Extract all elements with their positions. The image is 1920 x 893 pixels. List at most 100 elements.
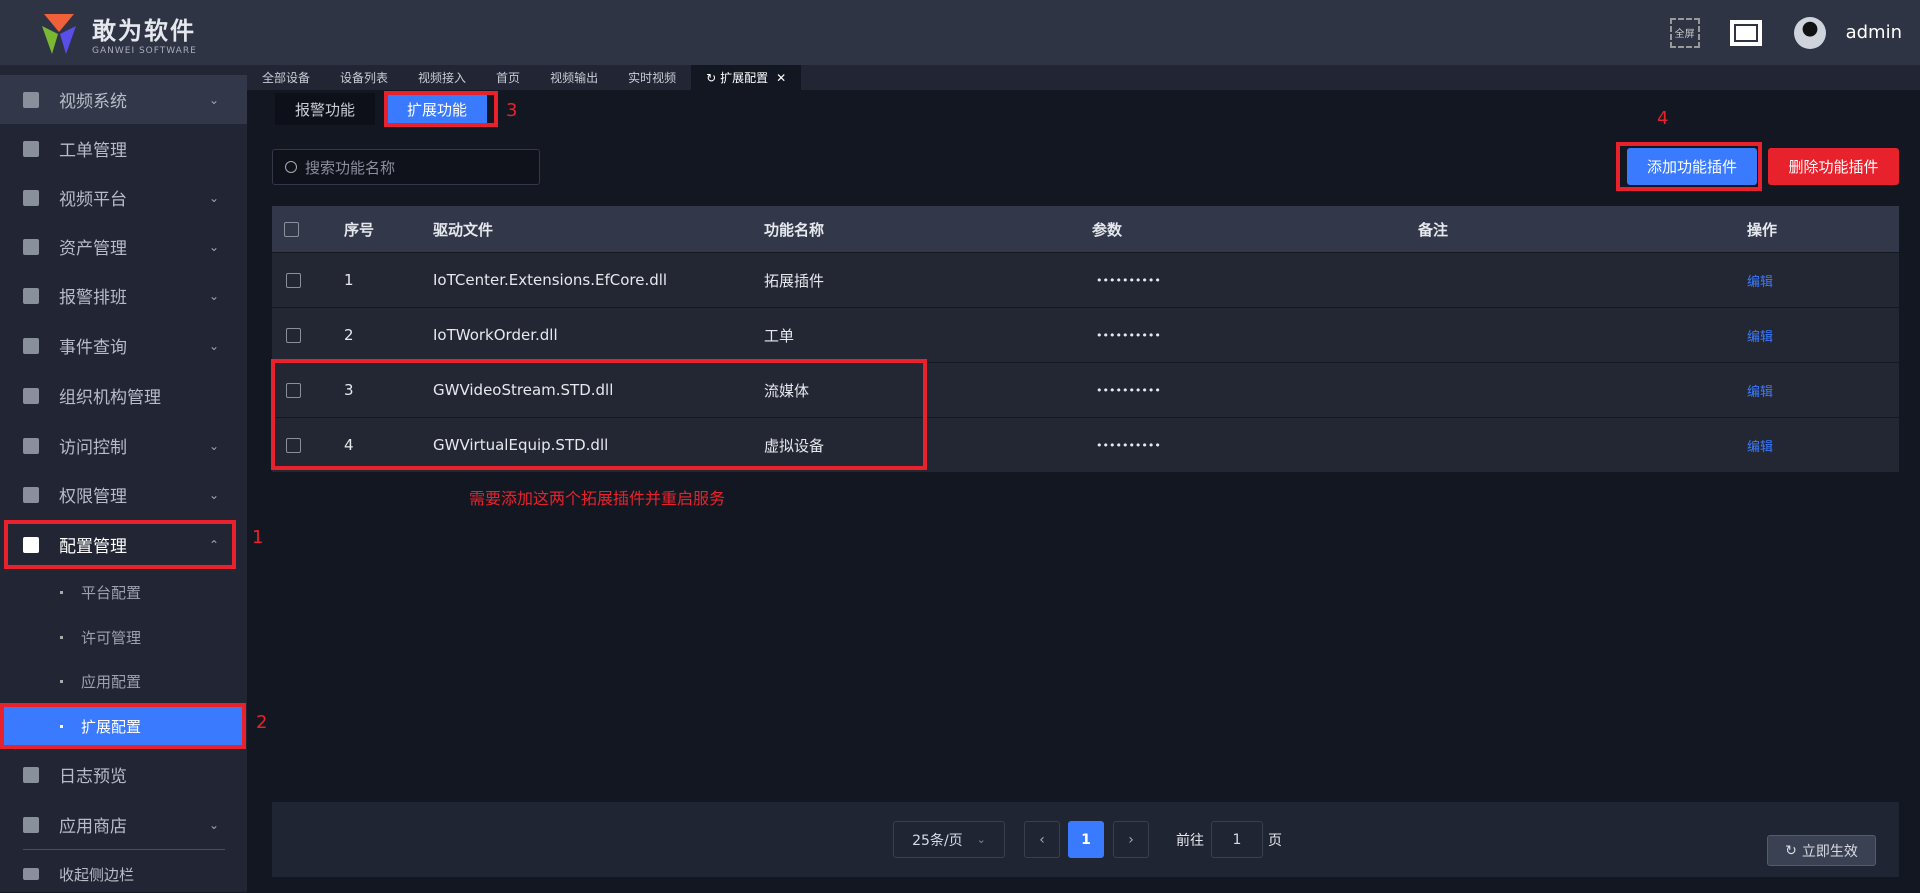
sidebar-sub-app-config[interactable]: 应用配置 <box>4 659 243 703</box>
chevron-down-icon: ⌄ <box>208 92 219 107</box>
document-search-icon <box>23 337 39 354</box>
collapse-icon <box>23 868 39 880</box>
username[interactable]: admin <box>1846 22 1902 43</box>
label: 组织机构管理 <box>59 388 161 408</box>
sidebar-item-log-preview[interactable]: 日志预览 <box>0 750 247 799</box>
search-input[interactable]: 搜索功能名称 <box>272 149 540 185</box>
close-icon[interactable]: ✕ <box>776 71 786 85</box>
ganwei-logo-icon <box>42 14 76 54</box>
logo: 敢为软件 GANWEI SOFTWARE <box>36 10 197 56</box>
label: 应用配置 <box>81 672 142 691</box>
page-1-button[interactable]: 1 <box>1068 821 1104 858</box>
sidebar-item-event-query[interactable]: 事件查询 ⌄ <box>0 321 247 370</box>
label: 许可管理 <box>81 628 142 647</box>
col-file: 驱动文件 <box>433 220 494 239</box>
cell-name: 拓展插件 <box>764 271 825 290</box>
sidebar-item-permissions[interactable]: 权限管理 ⌄ <box>0 470 247 519</box>
cell-name: 工单 <box>764 326 795 345</box>
avatar[interactable] <box>1793 16 1826 49</box>
sidebar: 视频系统 ⌄ 工单管理 视频平台 ⌄ 资产管理 ⌄ 报警排班 ⌄ 事件查询 ⌄ 组织机构管… <box>0 65 247 892</box>
edit-link[interactable]: 编辑 <box>1747 326 1773 345</box>
label: 收起侧边栏 <box>59 865 135 884</box>
logo-text: 敢为软件 <box>92 16 196 45</box>
tab-home[interactable]: 首页 <box>481 65 535 90</box>
sidebar-sub-license[interactable]: 许可管理 <box>4 615 243 659</box>
sidebar-item-video-platform[interactable]: 视频平台 ⌄ <box>0 173 247 222</box>
sidebar-item-alarm-schedule[interactable]: 报警排班 ⌄ <box>0 271 247 320</box>
grid-icon <box>23 91 39 108</box>
grid-icon <box>23 189 39 206</box>
label: 视频平台 <box>59 190 127 210</box>
label: 立即生效 <box>1801 843 1858 860</box>
table-header: 序号 驱动文件 功能名称 参数 备注 操作 <box>272 206 1899 253</box>
subtab-alarm-functions[interactable]: 报警功能 <box>275 93 376 125</box>
tab-all-devices[interactable]: 全部设备 <box>247 65 325 90</box>
cell-no: 2 <box>344 326 354 344</box>
annotation-box-rows <box>271 359 927 470</box>
screen-mode-icon[interactable] <box>1729 19 1762 46</box>
refresh-icon: ↻ <box>1785 842 1797 859</box>
tab-live-video[interactable]: 实时视频 <box>613 65 691 90</box>
sidebar-sub-platform-config[interactable]: 平台配置 <box>4 570 243 614</box>
logo-subtext: GANWEI SOFTWARE <box>92 45 197 56</box>
annotation-number: 1 <box>252 527 264 548</box>
annotation-number: 3 <box>506 100 518 121</box>
gear-icon <box>23 140 39 157</box>
cell-param: •••••••••• <box>1096 273 1161 287</box>
bullet-icon <box>60 590 63 594</box>
bullet-icon <box>60 635 63 639</box>
sidebar-item-assets[interactable]: 资产管理 ⌄ <box>0 222 247 271</box>
edit-link[interactable]: 编辑 <box>1747 436 1773 455</box>
annotation-box-1 <box>4 520 236 569</box>
sidebar-item-access-control[interactable]: 访问控制 ⌄ <box>0 421 247 470</box>
label: 权限管理 <box>59 487 127 507</box>
collapse-sidebar-button[interactable]: 收起侧边栏 <box>0 855 247 893</box>
annotation-box-3 <box>384 91 498 127</box>
apply-now-button[interactable]: ↻ 立即生效 <box>1767 835 1876 866</box>
prev-page-button[interactable]: ‹ <box>1024 821 1060 858</box>
tab-video-access[interactable]: 视频接入 <box>403 65 481 90</box>
page-size-select[interactable]: 25条/页 ⌄ <box>893 821 1005 858</box>
label: 视频系统 <box>59 92 127 112</box>
divider <box>23 849 225 850</box>
sidebar-item-work-order[interactable]: 工单管理 <box>0 124 247 173</box>
refresh-icon[interactable]: ↻ <box>706 71 716 85</box>
chevron-down-icon: ⌄ <box>208 288 219 303</box>
chevron-down-icon: ⌄ <box>208 239 219 254</box>
tab-video-output[interactable]: 视频输出 <box>535 65 613 90</box>
goto-label: 前往 <box>1176 833 1204 849</box>
edit-link[interactable]: 编辑 <box>1747 271 1773 290</box>
next-page-button[interactable]: › <box>1113 821 1149 858</box>
tab-extension-config[interactable]: ↻ 扩展配置 ✕ <box>691 65 802 90</box>
sidebar-item-video-system[interactable]: 视频系统 ⌄ <box>0 75 247 124</box>
annotation-note: 需要添加这两个拓展插件并重启服务 <box>469 489 726 508</box>
calendar-icon <box>23 287 39 304</box>
bullet-icon <box>60 679 63 683</box>
table-row: 2 IoTWorkOrder.dll 工单 •••••••••• 编辑 <box>272 308 1899 363</box>
cell-no: 1 <box>344 271 354 289</box>
label: 访问控制 <box>59 438 127 458</box>
chevron-down-icon: ⌄ <box>208 487 219 502</box>
label: 报警排班 <box>59 288 127 308</box>
annotation-number: 2 <box>256 712 268 733</box>
tab-device-list[interactable]: 设备列表 <box>325 65 403 90</box>
delete-plugin-button[interactable]: 删除功能插件 <box>1768 148 1899 185</box>
tab-bar: 全部设备 设备列表 视频接入 首页 视频输出 实时视频 ↻ 扩展配置 ✕ <box>247 65 1920 90</box>
select-all-checkbox[interactable] <box>284 221 299 237</box>
sidebar-item-organization[interactable]: 组织机构管理 <box>0 371 247 420</box>
goto-page-input[interactable]: 1 <box>1211 821 1263 858</box>
chevron-down-icon: ⌄ <box>208 817 219 832</box>
document-icon <box>23 437 39 454</box>
cell-file: IoTCenter.Extensions.EfCore.dll <box>433 271 668 289</box>
sidebar-item-app-store[interactable]: 应用商店 ⌄ <box>0 800 247 849</box>
edit-link[interactable]: 编辑 <box>1747 381 1773 400</box>
col-param: 参数 <box>1092 220 1123 239</box>
top-header: 敢为软件 GANWEI SOFTWARE 全屏 admin <box>0 0 1920 65</box>
fullscreen-button[interactable]: 全屏 <box>1669 17 1700 48</box>
row-checkbox[interactable] <box>286 272 301 288</box>
cell-param: •••••••••• <box>1096 383 1161 397</box>
chevron-down-icon: ⌄ <box>208 338 219 353</box>
document-icon <box>23 766 39 783</box>
row-checkbox[interactable] <box>286 327 301 343</box>
col-no: 序号 <box>344 220 375 239</box>
